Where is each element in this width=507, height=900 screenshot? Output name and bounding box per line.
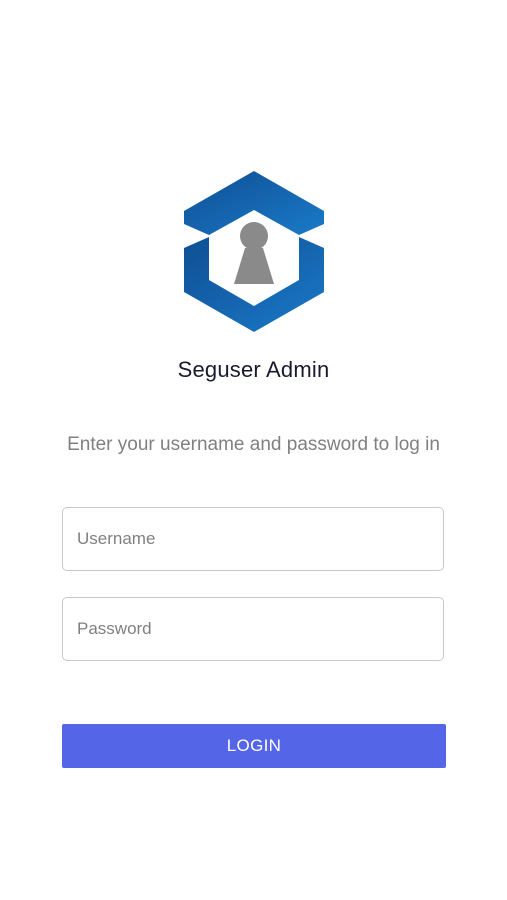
shield-user-icon bbox=[184, 171, 324, 332]
username-input[interactable] bbox=[62, 507, 444, 571]
app-title: Seguser Admin bbox=[177, 357, 330, 382]
login-button[interactable]: LOGIN bbox=[62, 724, 446, 768]
login-instructions: Enter your username and password to log … bbox=[67, 434, 440, 455]
password-input[interactable] bbox=[62, 597, 444, 661]
login-screen: Seguser Admin Enter your username and pa… bbox=[0, 0, 507, 900]
